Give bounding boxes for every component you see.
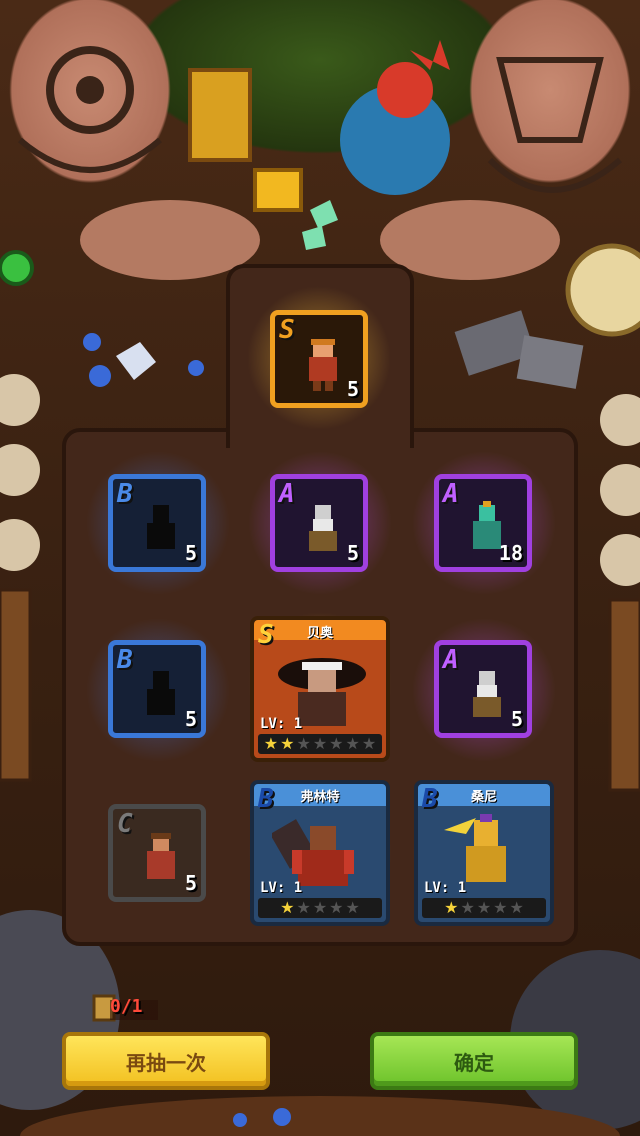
fragment-count: 18 <box>498 541 523 565</box>
hero-level: LV: 1 <box>424 880 467 896</box>
bearded-warrior-fragment-icon <box>309 505 337 551</box>
hero-star-rating: ★ ★ ★ ★ ★ ★ ★ <box>258 734 382 754</box>
reroll-button-label: 再抽一次 <box>126 1050 206 1075</box>
reroll-button[interactable]: 再抽一次 <box>62 1032 270 1090</box>
fragment-tile-a[interactable]: A 5 <box>270 474 368 572</box>
hero-star-rating: ★ ★ ★ ★ ★ <box>422 898 546 918</box>
star-empty-icon: ★ <box>312 898 328 917</box>
fragment-count: 5 <box>346 541 359 565</box>
star-empty-icon: ★ <box>493 898 508 917</box>
warrior-fragment-icon <box>309 339 337 391</box>
star-empty-icon: ★ <box>476 898 492 917</box>
reroll-counter: 0/1 <box>110 996 143 1017</box>
soldier-fragment-icon <box>147 833 175 879</box>
fragment-count: 5 <box>184 707 197 731</box>
bearded-warrior-fragment-icon <box>473 671 501 717</box>
star-filled-icon: ★ <box>263 734 279 753</box>
star-empty-icon: ★ <box>312 734 328 753</box>
star-empty-icon: ★ <box>296 898 311 917</box>
star-filled-icon: ★ <box>280 898 295 917</box>
hero-name: 贝奥 <box>306 626 333 641</box>
fragment-tile-a[interactable]: A 18 <box>434 474 532 572</box>
unknown-hero-silhouette-icon <box>147 505 175 549</box>
hero-card-b[interactable]: B 弗林特 LV: 1 ★ ★ ★ ★ ★ <box>250 780 390 926</box>
grade-letter: A <box>279 479 295 509</box>
fragment-count: 5 <box>184 541 197 565</box>
fragment-tile-c[interactable]: C 5 <box>108 804 206 902</box>
hero-level: LV: 1 <box>260 880 303 896</box>
star-empty-icon: ★ <box>345 734 360 753</box>
star-empty-icon: ★ <box>329 898 344 917</box>
hero-name: 弗林特 <box>300 790 340 805</box>
star-empty-icon: ★ <box>460 898 475 917</box>
fragment-tile-b[interactable]: B 5 <box>108 640 206 738</box>
grade-letter: B <box>117 479 133 509</box>
confirm-button-label: 确定 <box>454 1050 494 1075</box>
star-filled-icon: ★ <box>280 734 295 753</box>
grade-letter: S <box>279 315 295 345</box>
grade-letter: A <box>443 645 459 675</box>
star-empty-icon: ★ <box>296 734 311 753</box>
star-empty-icon: ★ <box>509 898 524 917</box>
fragment-count: 5 <box>346 377 359 401</box>
fragment-count: 5 <box>184 871 197 895</box>
star-filled-icon: ★ <box>444 898 459 917</box>
fragment-count: 5 <box>510 707 523 731</box>
fragment-tile-s[interactable]: S 5 <box>270 310 368 408</box>
grade-letter: B <box>117 645 133 675</box>
hero-level: LV: 1 <box>260 716 303 732</box>
unknown-hero-silhouette-icon <box>147 671 175 715</box>
star-empty-icon: ★ <box>361 734 377 753</box>
star-empty-icon: ★ <box>329 734 344 753</box>
hero-card-b[interactable]: B 桑尼 LV: 1 ★ ★ ★ ★ ★ <box>414 780 554 926</box>
grade-letter: A <box>443 479 459 509</box>
star-empty-icon: ★ <box>345 898 360 917</box>
hero-name: 桑尼 <box>470 790 497 805</box>
hero-card-s[interactable]: S 贝奥 LV: 1 ★ ★ ★ ★ ★ ★ ★ <box>250 616 390 762</box>
hero-star-rating: ★ ★ ★ ★ ★ <box>258 898 382 918</box>
fragment-tile-b[interactable]: B 5 <box>108 474 206 572</box>
grade-letter: C <box>117 809 133 839</box>
confirm-button[interactable]: 确定 <box>370 1032 578 1090</box>
game-scene: S 5 B 5 A 5 A 18 B 5 S 贝奥 LV: 1 ★ ★ ★ ★ … <box>0 0 640 1136</box>
fragment-tile-a[interactable]: A 5 <box>434 640 532 738</box>
